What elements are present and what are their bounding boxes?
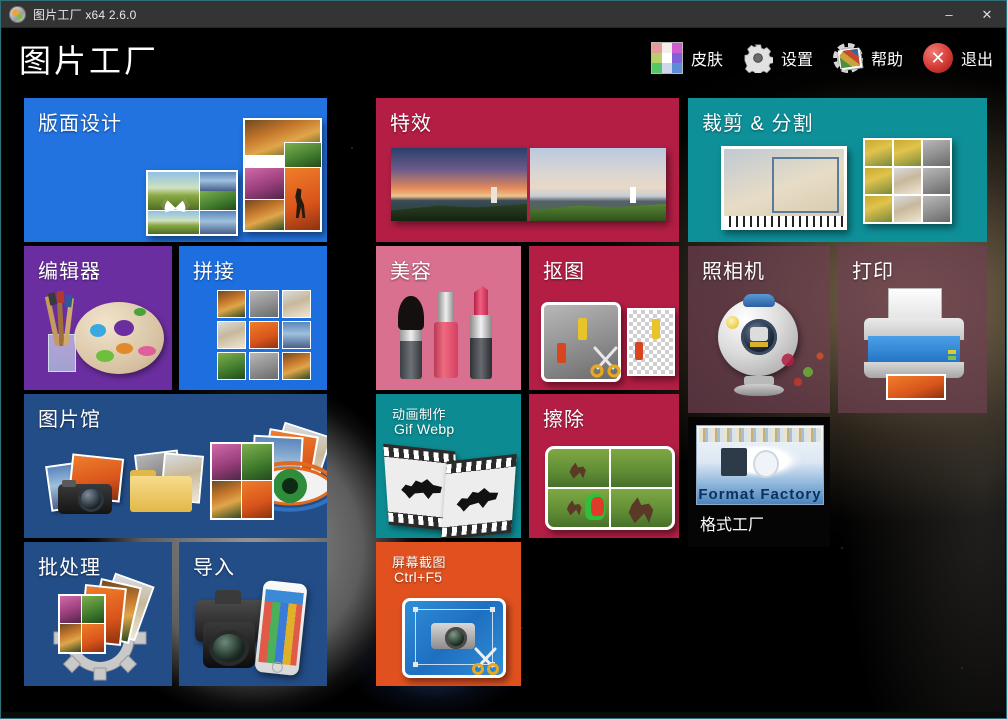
settings-button[interactable]: 设置	[743, 43, 813, 73]
gallery-camera-art	[48, 456, 120, 518]
erase-preview	[545, 446, 675, 530]
tile-screenshot[interactable]: 屏幕截图 Ctrl+F5	[376, 542, 521, 686]
format-factory-banner: Format Factory	[696, 425, 824, 505]
app-icon	[9, 6, 26, 23]
tile-effects-label: 特效	[390, 107, 432, 136]
window-controls: – ✕	[930, 1, 1006, 27]
gallery-eye-art	[210, 428, 327, 524]
app-header: 图片工厂 皮肤	[2, 28, 1005, 96]
tile-cutout[interactable]: 抠图	[529, 246, 679, 390]
skin-button-label: 皮肤	[691, 46, 723, 70]
skin-button[interactable]: 皮肤	[651, 42, 723, 74]
tile-layout-design-label: 版面设计	[38, 107, 122, 136]
cutout-result	[627, 308, 675, 376]
format-factory-banner-text: Format Factory	[697, 486, 823, 503]
collage-art-1	[146, 170, 238, 236]
tile-gallery[interactable]: 图片馆	[24, 394, 327, 538]
tile-crop-split[interactable]: 裁剪 & 分割	[688, 98, 987, 242]
tile-editor-label: 编辑器	[38, 255, 101, 284]
tile-camera[interactable]: 照相机	[688, 246, 830, 413]
tile-animation-sublabel: Gif Webp	[394, 421, 455, 437]
cosmetics-art	[394, 286, 504, 386]
tile-editor[interactable]: 编辑器	[24, 246, 172, 390]
tile-crop-split-label: 裁剪 & 分割	[702, 107, 813, 136]
help-button-label: 帮助	[871, 46, 903, 70]
tile-animation[interactable]: 动画制作 Gif Webp	[376, 394, 521, 538]
collage-art-2	[243, 118, 322, 232]
tile-cutout-label: 抠图	[543, 255, 585, 284]
tile-beauty-label: 美容	[390, 255, 432, 284]
tile-erase-label: 擦除	[543, 403, 585, 432]
header-toolbar: 皮肤 设置	[651, 42, 993, 74]
close-button[interactable]: ✕	[968, 1, 1006, 27]
tile-format-factory[interactable]: Format Factory 格式工厂	[688, 417, 830, 547]
tile-splice-label: 拼接	[193, 255, 235, 284]
window-title: 图片工厂 x64 2.6.0	[33, 6, 137, 23]
tile-effects[interactable]: 特效	[376, 98, 679, 242]
tile-beauty[interactable]: 美容	[376, 246, 521, 390]
screenshot-preview	[402, 598, 506, 678]
batch-gear-art	[42, 578, 158, 682]
exit-button[interactable]: ✕ 退出	[923, 43, 993, 73]
tile-batch[interactable]: 批处理	[24, 542, 172, 686]
palette-art	[34, 288, 166, 384]
tile-screenshot-sublabel: Ctrl+F5	[394, 569, 442, 585]
effects-preview	[391, 148, 666, 221]
scissors-icon	[589, 346, 623, 378]
exit-icon: ✕	[923, 43, 953, 73]
splice-grid-art	[217, 290, 311, 380]
gear-icon	[743, 43, 773, 73]
tile-import-label: 导入	[193, 551, 235, 580]
printer-art	[858, 288, 970, 398]
minimize-button[interactable]: –	[930, 1, 968, 27]
main-canvas: 图片工厂 皮肤	[2, 28, 1005, 712]
skin-icon	[651, 42, 683, 74]
split-preview	[863, 138, 952, 224]
filmstrip-art	[384, 444, 516, 536]
settings-button-label: 设置	[781, 46, 813, 70]
tile-batch-label: 批处理	[38, 551, 101, 580]
tile-camera-label: 照相机	[702, 255, 765, 284]
page-title: 图片工厂	[19, 36, 159, 82]
help-button[interactable]: 帮助	[833, 43, 903, 73]
exit-button-label: 退出	[961, 46, 993, 70]
tile-print-label: 打印	[852, 255, 894, 284]
crop-preview	[721, 146, 847, 230]
import-devices-art	[191, 582, 321, 682]
title-bar: 图片工厂 x64 2.6.0 – ✕	[1, 1, 1006, 28]
tile-layout-design[interactable]: 版面设计	[24, 98, 327, 242]
paint-splash	[776, 346, 830, 394]
tile-format-factory-label: 格式工厂	[700, 511, 764, 535]
tile-print[interactable]: 打印	[838, 246, 987, 413]
tile-import[interactable]: 导入	[179, 542, 327, 686]
gallery-folder-art	[130, 452, 200, 518]
help-icon	[833, 43, 863, 73]
tile-splice[interactable]: 拼接	[179, 246, 327, 390]
application-window: 图片工厂 x64 2.6.0 – ✕ 图片工厂 皮肤	[0, 0, 1007, 719]
tile-gallery-label: 图片馆	[38, 403, 101, 432]
tile-erase[interactable]: 擦除	[529, 394, 679, 538]
